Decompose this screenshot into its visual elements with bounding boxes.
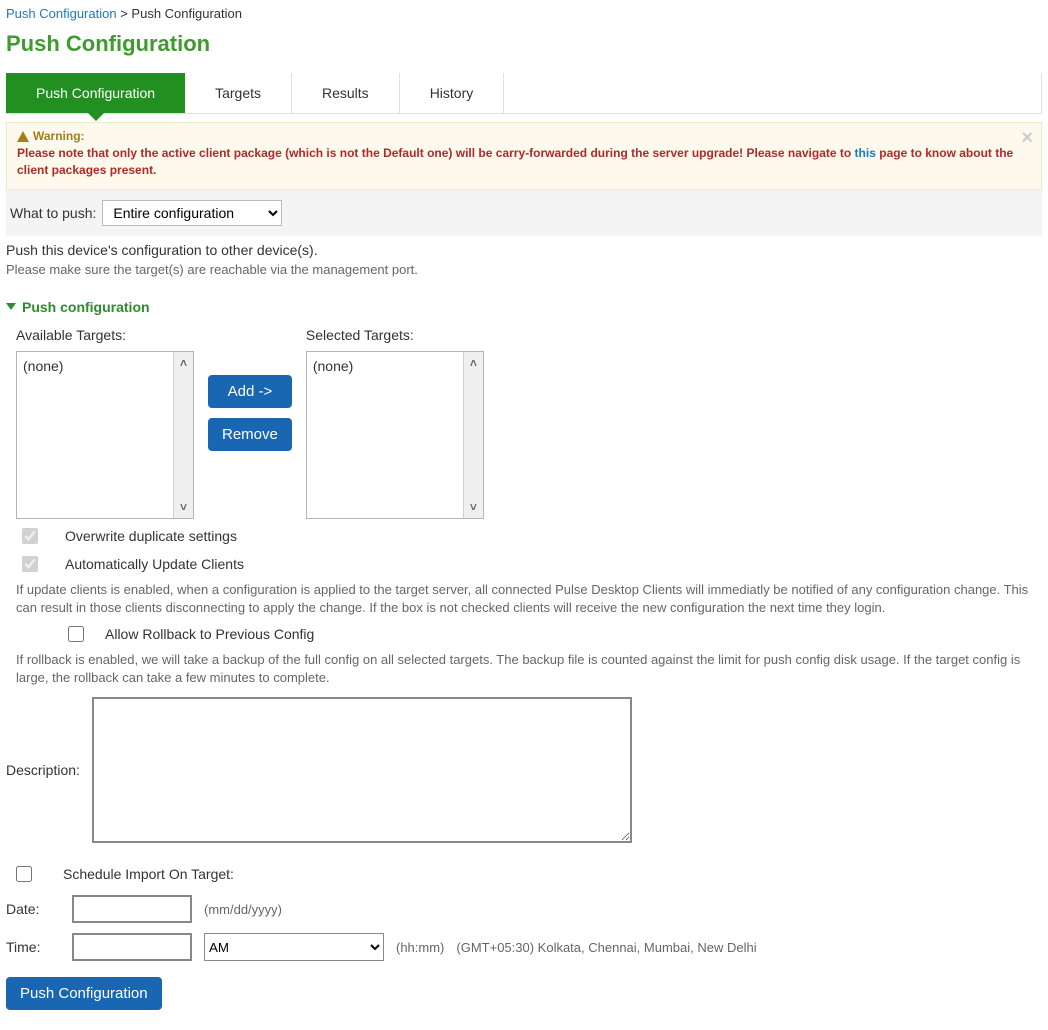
breadcrumb-current: Push Configuration: [131, 6, 242, 21]
scroll-up-icon[interactable]: ˄: [180, 352, 187, 374]
time-label: Time:: [6, 939, 60, 955]
selected-targets-none: (none): [307, 352, 463, 518]
page-title: Push Configuration: [6, 31, 1042, 57]
remove-button[interactable]: Remove: [208, 418, 292, 451]
reachable-line: Please make sure the target(s) are reach…: [6, 262, 1042, 277]
targets-row: Available Targets: (none) ˄ ˅ Add -> Rem…: [6, 327, 1042, 519]
scrollbar[interactable]: ˄ ˅: [463, 352, 483, 518]
auto-update-help: If update clients is enabled, when a con…: [6, 575, 1042, 617]
auto-update-checkbox[interactable]: [22, 556, 38, 572]
date-input[interactable]: [72, 895, 192, 923]
rollback-label: Allow Rollback to Previous Config: [105, 626, 314, 642]
target-buttons: Add -> Remove: [208, 375, 292, 451]
warning-label: Warning:: [33, 129, 85, 143]
schedule-label: Schedule Import On Target:: [63, 866, 234, 882]
overwrite-label: Overwrite duplicate settings: [65, 528, 237, 544]
time-row: Time: AM (hh:mm) (GMT+05:30) Kolkata, Ch…: [6, 933, 1042, 961]
warning-header: Warning:: [17, 129, 1031, 143]
section-toggle-push-configuration[interactable]: Push configuration: [6, 299, 1042, 315]
close-icon[interactable]: ×: [1021, 127, 1033, 150]
rollback-row: Allow Rollback to Previous Config: [6, 617, 1042, 645]
selected-targets-listbox[interactable]: (none) ˄ ˅: [306, 351, 484, 519]
schedule-checkbox[interactable]: [16, 866, 32, 882]
schedule-row: Schedule Import On Target:: [6, 857, 1042, 885]
what-to-push-label: What to push:: [10, 205, 96, 221]
date-row: Date: (mm/dd/yyyy): [6, 895, 1042, 923]
time-hint: (hh:mm): [396, 940, 444, 955]
chevron-down-icon: [6, 303, 16, 310]
tab-targets[interactable]: Targets: [185, 73, 292, 113]
tabs: Push Configuration Targets Results Histo…: [6, 73, 1042, 114]
auto-update-row: Automatically Update Clients: [6, 547, 1042, 575]
what-to-push-select[interactable]: Entire configuration: [102, 200, 282, 226]
warning-link[interactable]: this: [855, 146, 876, 160]
date-label: Date:: [6, 901, 60, 917]
what-to-push-bar: What to push: Entire configuration: [6, 190, 1042, 236]
tabs-filler: [504, 73, 1042, 113]
selected-targets-label: Selected Targets:: [306, 327, 484, 343]
description-label: Description:: [6, 762, 80, 778]
tab-push-configuration[interactable]: Push Configuration: [6, 73, 185, 113]
available-targets-none: (none): [17, 352, 173, 518]
section-title: Push configuration: [22, 299, 150, 315]
description-textarea[interactable]: [92, 697, 632, 843]
warning-text-pre: Please note that only the active client …: [17, 146, 855, 160]
warning-body: Please note that only the active client …: [17, 145, 1031, 179]
overwrite-checkbox[interactable]: [22, 528, 38, 544]
breadcrumb-root[interactable]: Push Configuration: [6, 6, 117, 21]
breadcrumb: Push Configuration > Push Configuration: [6, 6, 1042, 21]
breadcrumb-sep: >: [120, 6, 128, 21]
scroll-down-icon[interactable]: ˅: [180, 496, 187, 518]
scrollbar[interactable]: ˄ ˅: [173, 352, 193, 518]
overwrite-row: Overwrite duplicate settings: [6, 519, 1042, 547]
push-configuration-button[interactable]: Push Configuration: [6, 977, 162, 1010]
schedule-block: Schedule Import On Target: Date: (mm/dd/…: [6, 857, 1042, 961]
scroll-down-icon[interactable]: ˅: [470, 496, 477, 518]
push-line: Push this device's configuration to othe…: [6, 242, 1042, 258]
available-targets-col: Available Targets: (none) ˄ ˅: [16, 327, 194, 519]
auto-update-label: Automatically Update Clients: [65, 556, 244, 572]
selected-targets-col: Selected Targets: (none) ˄ ˅: [306, 327, 484, 519]
time-input[interactable]: [72, 933, 192, 961]
ampm-select[interactable]: AM: [204, 933, 384, 961]
tab-history[interactable]: History: [400, 73, 505, 113]
available-targets-listbox[interactable]: (none) ˄ ˅: [16, 351, 194, 519]
warning-icon: [17, 131, 29, 142]
add-button[interactable]: Add ->: [208, 375, 292, 408]
tab-results[interactable]: Results: [292, 73, 400, 113]
date-hint: (mm/dd/yyyy): [204, 902, 282, 917]
description-row: Description:: [6, 697, 1042, 843]
scroll-up-icon[interactable]: ˄: [470, 352, 477, 374]
warning-box: × Warning: Please note that only the act…: [6, 122, 1042, 190]
rollback-help: If rollback is enabled, we will take a b…: [6, 645, 1042, 687]
timezone-label: (GMT+05:30) Kolkata, Chennai, Mumbai, Ne…: [456, 940, 756, 955]
available-targets-label: Available Targets:: [16, 327, 194, 343]
rollback-checkbox[interactable]: [68, 626, 84, 642]
